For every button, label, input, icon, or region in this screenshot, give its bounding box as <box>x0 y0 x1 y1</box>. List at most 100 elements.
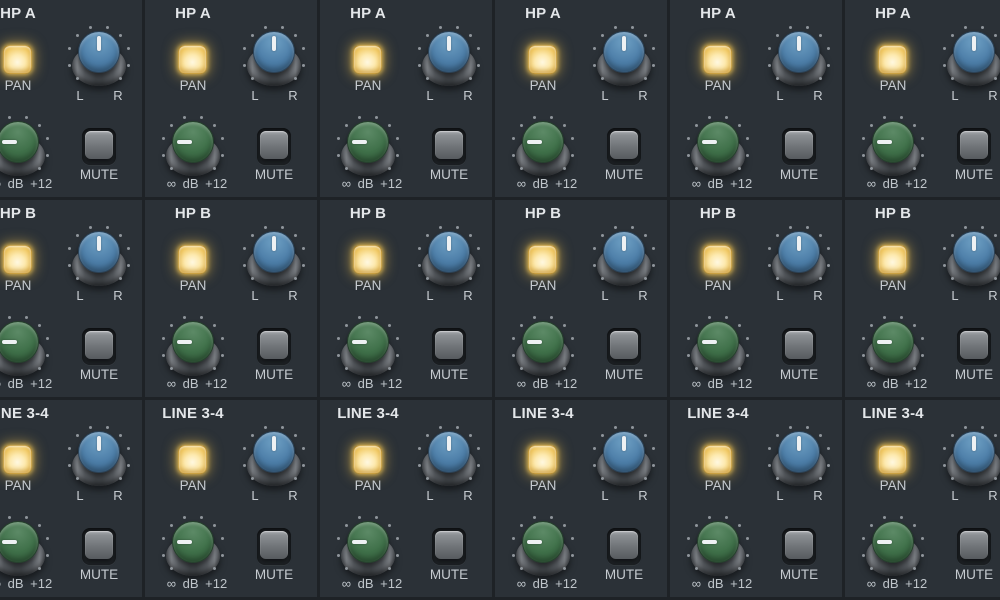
pan-button-label: PAN <box>704 278 732 293</box>
level-knob[interactable] <box>336 315 400 382</box>
knob-tick <box>708 315 712 319</box>
knob-tick <box>75 233 79 237</box>
mute-button[interactable] <box>785 531 813 559</box>
level-knob[interactable] <box>686 115 750 182</box>
pan-button[interactable] <box>703 45 732 74</box>
pan-button[interactable] <box>178 445 207 474</box>
mute-button[interactable] <box>260 331 288 359</box>
knob-tick <box>169 567 173 571</box>
knob-tick <box>630 425 634 429</box>
knob-pointer <box>527 140 542 144</box>
level-knob[interactable] <box>861 115 925 182</box>
knob-tick <box>183 115 187 119</box>
pan-button-label: PAN <box>354 278 382 293</box>
level-knob[interactable] <box>161 515 225 582</box>
pan-left-label: L <box>601 288 609 303</box>
knob-tick <box>161 553 165 557</box>
mute-button[interactable] <box>960 331 988 359</box>
level-knob[interactable] <box>511 315 575 382</box>
mute-button[interactable] <box>435 531 463 559</box>
pan-knob[interactable] <box>942 25 1000 92</box>
mute-button[interactable] <box>260 131 288 159</box>
pan-left-label: L <box>951 288 959 303</box>
pan-knob[interactable] <box>67 225 131 292</box>
pan-button[interactable] <box>3 245 32 274</box>
pan-knob[interactable] <box>242 425 306 492</box>
pan-button[interactable] <box>353 45 382 74</box>
pan-button[interactable] <box>878 445 907 474</box>
pan-button[interactable] <box>878 245 907 274</box>
level-knob[interactable] <box>0 115 50 182</box>
level-knob[interactable] <box>336 115 400 182</box>
knob-tick <box>264 425 268 429</box>
pan-knob[interactable] <box>242 25 306 92</box>
level-knob[interactable] <box>336 515 400 582</box>
pan-knob[interactable] <box>942 425 1000 492</box>
pan-knob[interactable] <box>417 425 481 492</box>
knob-tick <box>38 323 42 327</box>
pan-button[interactable] <box>878 45 907 74</box>
level-knob[interactable] <box>686 315 750 382</box>
pan-button-label: PAN <box>879 478 907 493</box>
knob-tick <box>161 353 165 357</box>
mute-button[interactable] <box>85 331 113 359</box>
pan-button[interactable] <box>703 245 732 274</box>
mute-button[interactable] <box>610 131 638 159</box>
pan-knob[interactable] <box>417 25 481 92</box>
pan-knob[interactable] <box>942 225 1000 292</box>
pan-knob[interactable] <box>67 25 131 92</box>
knob-pointer <box>972 236 976 251</box>
pan-knob[interactable] <box>592 425 656 492</box>
knob-tick <box>644 433 648 437</box>
level-knob[interactable] <box>511 115 575 182</box>
mute-button[interactable] <box>960 131 988 159</box>
pan-knob[interactable] <box>67 425 131 492</box>
knob-tick <box>519 167 523 171</box>
level-knob[interactable] <box>861 515 925 582</box>
level-knob[interactable] <box>161 115 225 182</box>
mute-button[interactable] <box>85 531 113 559</box>
mute-button-socket <box>782 328 816 365</box>
pan-button[interactable] <box>703 445 732 474</box>
pan-button[interactable] <box>353 445 382 474</box>
level-knob[interactable] <box>686 515 750 582</box>
pan-knob[interactable] <box>592 25 656 92</box>
level-scale-label: ∞ dB +12 <box>516 376 578 391</box>
pan-knob[interactable] <box>592 225 656 292</box>
pan-knob[interactable] <box>767 225 831 292</box>
mute-button-socket <box>432 528 466 565</box>
knob-tick <box>942 447 946 451</box>
pan-knob[interactable] <box>767 25 831 92</box>
mute-button[interactable] <box>610 531 638 559</box>
pan-knob[interactable] <box>767 425 831 492</box>
pan-button[interactable] <box>3 45 32 74</box>
level-knob[interactable] <box>861 315 925 382</box>
level-knob-cap <box>872 321 914 363</box>
pan-button[interactable] <box>528 45 557 74</box>
pan-button[interactable] <box>178 245 207 274</box>
pan-knob-cap <box>778 31 820 73</box>
pan-knob[interactable] <box>417 225 481 292</box>
pan-knob[interactable] <box>242 225 306 292</box>
pan-button[interactable] <box>528 245 557 274</box>
pan-button[interactable] <box>178 45 207 74</box>
knob-tick <box>686 137 690 141</box>
level-knob[interactable] <box>0 315 50 382</box>
mute-button[interactable] <box>435 331 463 359</box>
pan-left-label: L <box>251 288 259 303</box>
mute-button[interactable] <box>435 131 463 159</box>
level-knob[interactable] <box>161 315 225 382</box>
mute-button[interactable] <box>610 331 638 359</box>
level-knob-cap <box>0 121 39 163</box>
pan-button[interactable] <box>528 445 557 474</box>
pan-button[interactable] <box>3 445 32 474</box>
level-knob[interactable] <box>511 515 575 582</box>
mute-button[interactable] <box>785 131 813 159</box>
mute-button[interactable] <box>785 331 813 359</box>
knob-tick <box>439 225 443 229</box>
pan-button[interactable] <box>353 245 382 274</box>
mute-button[interactable] <box>960 531 988 559</box>
mute-button[interactable] <box>260 531 288 559</box>
mute-button[interactable] <box>85 131 113 159</box>
level-knob[interactable] <box>0 515 50 582</box>
